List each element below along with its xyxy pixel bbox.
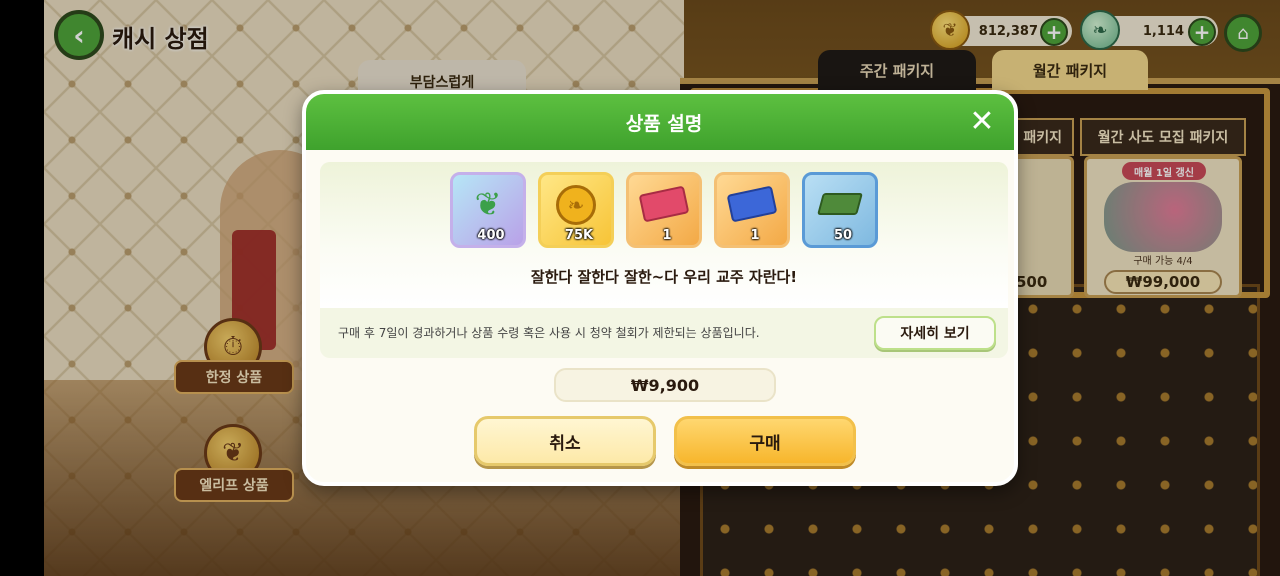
reward-qty: 75K <box>564 228 594 243</box>
close-button[interactable]: ✕ <box>964 104 1000 140</box>
leaf-crystal-icon: ❦ <box>474 185 502 223</box>
reward-qty: 400 <box>477 228 505 243</box>
reward-qty: 50 <box>833 228 853 243</box>
coin-icon: ❧ <box>556 185 596 225</box>
reward-item[interactable]: 1 <box>626 172 702 248</box>
view-details-button[interactable]: 자세히 보기 <box>874 316 996 350</box>
buy-button[interactable]: 구매 <box>674 416 856 466</box>
red-ticket-icon <box>638 185 690 223</box>
modal-title: 상품 설명 <box>625 112 703 135</box>
reward-item[interactable]: ❦ 400 <box>450 172 526 248</box>
blue-ticket-icon <box>726 185 778 223</box>
close-icon: ✕ <box>969 104 995 139</box>
cancel-button[interactable]: 취소 <box>474 416 656 466</box>
product-description-modal: 상품 설명 ✕ ❦ 400 ❧ 75K 1 1 50 잘한다 잘한다 잘한~다 … <box>302 90 1018 486</box>
refund-notice: 구매 후 7일이 경과하거나 상품 수령 혹은 사용 시 청약 철회가 제한되는… <box>338 326 760 340</box>
reward-qty: 1 <box>662 228 672 243</box>
reward-item[interactable]: 1 <box>714 172 790 248</box>
product-tagline: 잘한다 잘한다 잘한~다 우리 교주 자란다! <box>530 268 798 286</box>
reward-item[interactable]: ❧ 75K <box>538 172 614 248</box>
product-content: ❦ 400 ❧ 75K 1 1 50 잘한다 잘한다 잘한~다 우리 교주 자란… <box>320 162 1008 358</box>
book-icon <box>817 193 863 215</box>
price-display: ₩9,900 <box>554 368 776 402</box>
reward-items: ❦ 400 ❧ 75K 1 1 50 <box>450 172 890 250</box>
reward-qty: 1 <box>750 228 760 243</box>
reward-item[interactable]: 50 <box>802 172 878 248</box>
